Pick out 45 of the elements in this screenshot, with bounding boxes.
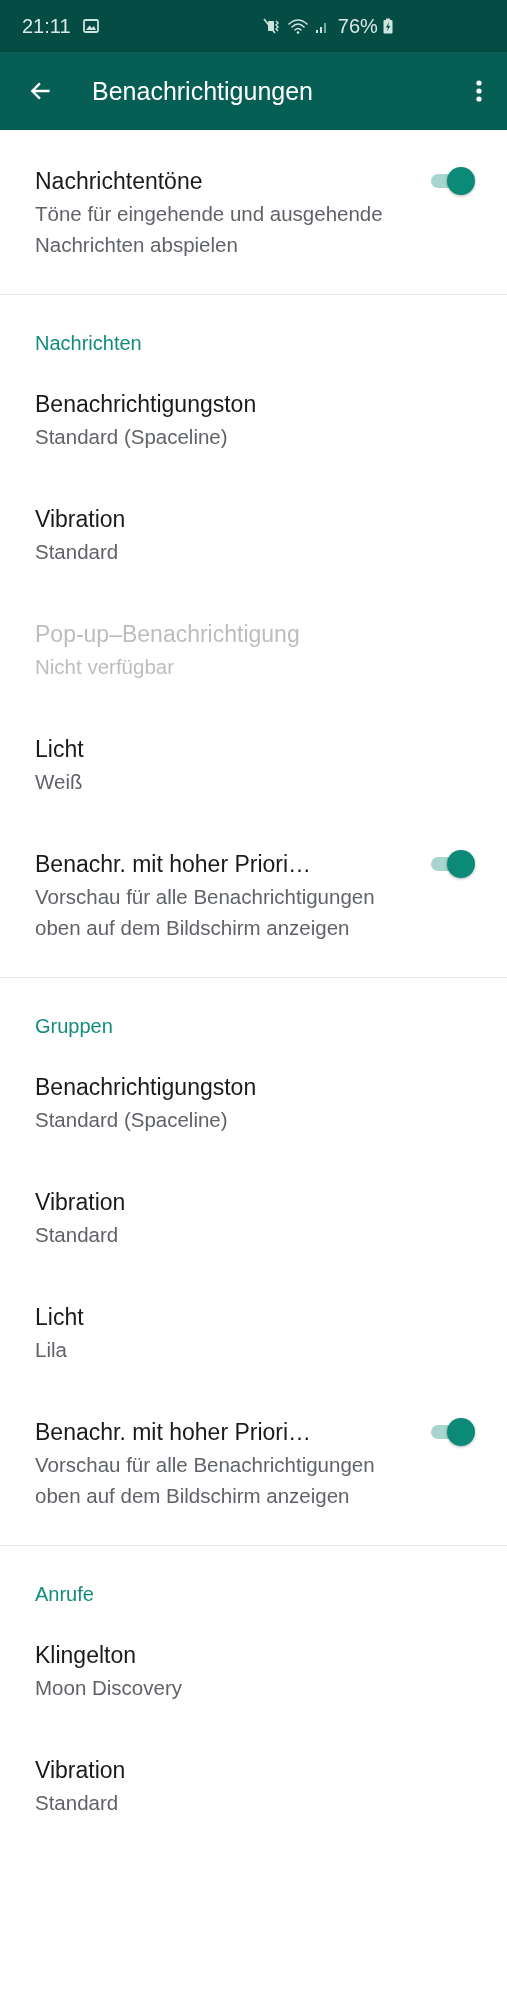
battery-percentage: 76% (337, 14, 378, 38)
setting-title: Licht (35, 1303, 85, 1332)
setting-summary: Töne für eingehende und ausgehende Nachrichten abspielen (35, 201, 384, 258)
settings-item[interactable]: Benachrichtigungston Standard (Spaceline) (0, 1046, 507, 1161)
setting-summary: Weiß (35, 769, 84, 795)
section-header: Nachrichten (34, 331, 143, 356)
settings-item[interactable]: Benachrichtigungston Standard (Spaceline) (0, 363, 507, 478)
setting-title: Benachr. mit hoher Priori… (35, 850, 313, 879)
settings-item[interactable]: Benachr. mit hoher Priori… Vorschau für alle Benachrichtigungen oben auf dem Bildschirm anzeigen (0, 1391, 507, 1537)
setting-summary: Standard (35, 1790, 120, 1816)
setting-summary: Lila (35, 1337, 68, 1363)
settings-item[interactable]: Vibration Standard (0, 1161, 507, 1276)
setting-summary: Standard (Spaceline) (35, 424, 229, 450)
more-options-icon[interactable] (475, 78, 483, 104)
setting-title: Benachrichtigungston (35, 390, 258, 419)
setting-title: Vibration (35, 505, 127, 534)
setting-summary: Nicht verfügbar (35, 654, 175, 680)
section-header: Anrufe (34, 1582, 95, 1607)
setting-title: Benachrichtigungston (35, 1073, 258, 1102)
setting-title: Vibration (35, 1188, 127, 1217)
setting-title: Vibration (35, 1756, 127, 1785)
settings-item[interactable]: Licht Lila (0, 1276, 507, 1391)
setting-title: Pop-up–Benachrichtigung (35, 620, 301, 649)
setting-title: Licht (35, 735, 85, 764)
settings-item[interactable]: Licht Weiß (0, 708, 507, 823)
setting-summary: Standard (35, 539, 120, 565)
setting-title: Nachrichtentöne (35, 167, 204, 196)
section-header: Gruppen (34, 1014, 114, 1039)
settings-item[interactable]: Nachrichtentöne Töne für eingehende und ausgehende Nachrichten abspielen (0, 140, 507, 286)
setting-summary: Standard (Spaceline) (35, 1107, 229, 1133)
settings-item[interactable]: Vibration Standard (0, 1729, 507, 1844)
setting-summary: Vorschau für alle Benachrichtigungen oben auf dem Bildschirm anzeigen (35, 884, 376, 941)
setting-title: Benachr. mit hoher Priori… (35, 1418, 313, 1447)
setting-summary: Standard (35, 1222, 120, 1248)
settings-item[interactable]: Benachr. mit hoher Priori… Vorschau für alle Benachrichtigungen oben auf dem Bildschirm anzeigen (0, 823, 507, 969)
clock-time: 21:11 (22, 14, 71, 38)
setting-summary: Moon Discovery (35, 1675, 183, 1701)
image-icon (82, 18, 99, 34)
wifi-icon (287, 18, 310, 34)
setting-summary: Vorschau für alle Benachrichtigungen oben auf dem Bildschirm anzeigen (35, 1452, 376, 1509)
battery-charging-icon (382, 18, 393, 34)
setting-title: Klingelton (35, 1641, 138, 1670)
settings-item[interactable]: Klingelton Moon Discovery (0, 1614, 507, 1729)
settings-item[interactable]: Vibration Standard (0, 478, 507, 593)
screen-title: Benachrichtigungen (92, 76, 314, 106)
